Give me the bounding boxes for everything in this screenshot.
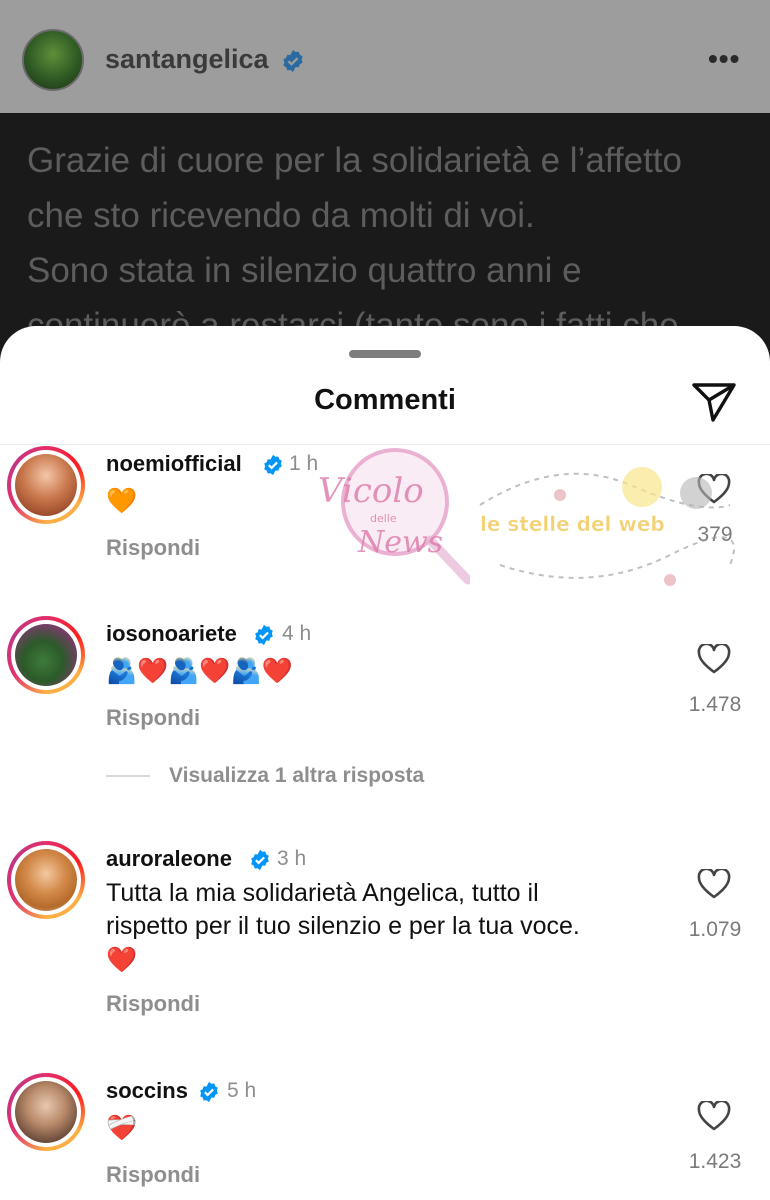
reply-button[interactable]: Rispondi xyxy=(106,1162,200,1188)
verified-badge-icon xyxy=(264,454,282,476)
heart-like-icon[interactable] xyxy=(697,644,731,674)
verified-badge-icon xyxy=(283,50,303,72)
post-username[interactable]: santangelica xyxy=(105,44,269,75)
comment-username[interactable]: noemiofficial xyxy=(106,451,242,477)
more-options-icon[interactable]: ••• xyxy=(708,45,740,73)
view-replies-line xyxy=(106,775,150,777)
svg-text:le stelle del web: le stelle del web xyxy=(480,512,665,536)
share-send-icon[interactable] xyxy=(690,380,738,424)
avatar[interactable] xyxy=(7,616,85,694)
comment-text: Tutta la mia solidarietà Angelica, tutto… xyxy=(106,879,539,907)
heart-like-icon[interactable] xyxy=(697,869,731,899)
post-caption-line: Sono stata in silenzio quattro anni e xyxy=(27,251,582,290)
comment-text: 🧡 xyxy=(106,486,138,515)
avatar[interactable] xyxy=(7,446,85,524)
sheet-title: Commenti xyxy=(314,384,456,416)
like-count: 1.478 xyxy=(688,693,742,716)
view-more-replies-button[interactable]: Visualizza 1 altra risposta xyxy=(169,764,424,788)
watermark-logo-right: le stelle del web xyxy=(479,467,735,586)
comment-text: rispetto per il tuo silenzio e per la tu… xyxy=(106,912,580,940)
post-author-avatar[interactable] xyxy=(22,29,84,91)
sheet-drag-handle[interactable] xyxy=(349,350,421,358)
verified-badge-icon xyxy=(255,624,273,646)
comment-time: 4 h xyxy=(282,622,312,645)
verified-badge-icon xyxy=(251,849,269,871)
like-count: 1.079 xyxy=(688,918,742,941)
comment-text: 🫂❤️🫂❤️🫂❤️ xyxy=(106,656,293,685)
post-caption-line: Grazie di cuore per la solidarietà e l’a… xyxy=(27,141,682,180)
post-header: santangelica ••• xyxy=(0,0,770,113)
avatar[interactable] xyxy=(7,841,85,919)
reply-button[interactable]: Rispondi xyxy=(106,705,200,731)
comment-text: ❤️‍🩹 xyxy=(106,1113,138,1142)
avatar[interactable] xyxy=(7,1073,85,1151)
comment-username[interactable]: auroraleone xyxy=(106,846,232,872)
like-count: 1.423 xyxy=(688,1150,742,1173)
reply-button[interactable]: Rispondi xyxy=(106,535,200,561)
svg-text:delle: delle xyxy=(370,512,397,525)
comment-time: 3 h xyxy=(277,847,307,870)
post-caption-line: che sto ricevendo da molti di voi. xyxy=(27,196,535,235)
comment-username[interactable]: iosonoariete xyxy=(106,621,237,647)
heart-like-icon[interactable] xyxy=(697,1101,731,1131)
verified-badge-icon xyxy=(200,1081,218,1103)
comment-text: ❤️ xyxy=(106,945,138,974)
reply-button[interactable]: Rispondi xyxy=(106,991,200,1017)
comment-username[interactable]: soccins xyxy=(106,1078,188,1104)
watermark-logo-left: Vicolo delle News xyxy=(318,448,470,585)
svg-text:News: News xyxy=(357,525,443,560)
comment-time: 5 h xyxy=(227,1079,257,1102)
svg-text:Vicolo: Vicolo xyxy=(318,471,424,511)
